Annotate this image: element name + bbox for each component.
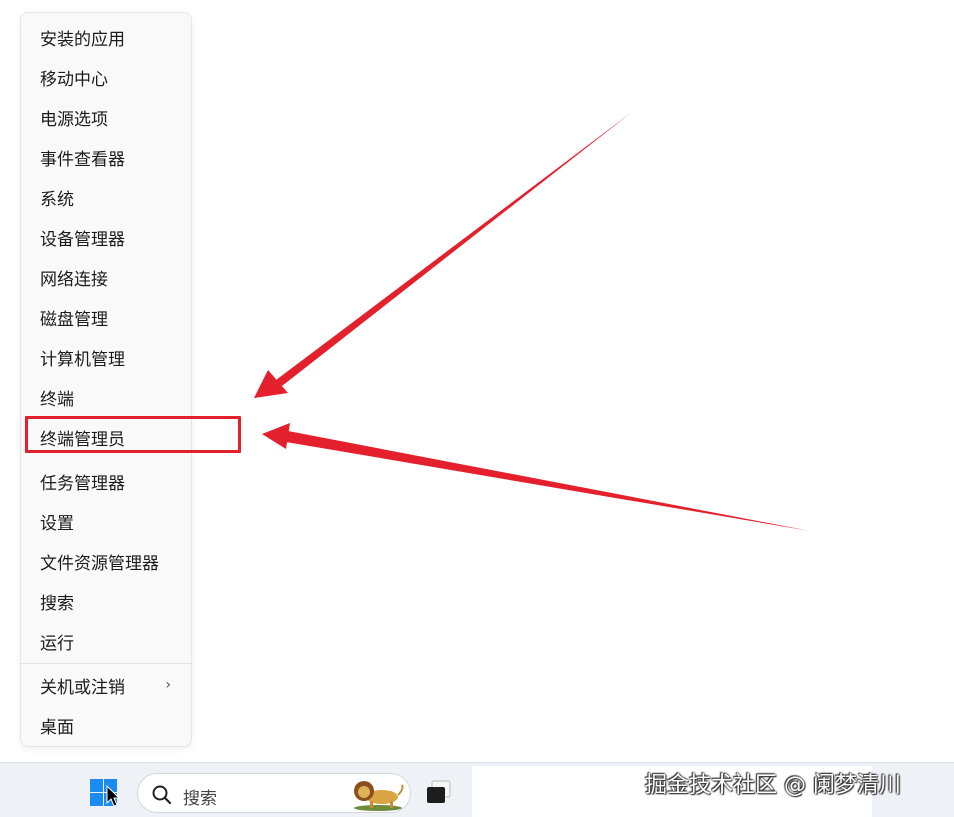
taskbar: 搜索 掘金技术社区 @ 阑梦清川	[0, 762, 954, 817]
menu-item-run[interactable]: 运行	[21, 621, 191, 661]
watermark: 掘金技术社区 @ 阑梦清川	[645, 773, 901, 798]
menu-item-disk-management[interactable]: 磁盘管理	[21, 297, 191, 337]
task-view-icon[interactable]	[425, 779, 455, 805]
menu-item-label: 终端	[40, 389, 74, 410]
menu-item-label: 设置	[40, 513, 74, 534]
menu-item-label: 搜索	[40, 593, 74, 614]
search-placeholder: 搜索	[183, 789, 217, 809]
menu-item-desktop[interactable]: 桌面	[21, 705, 191, 745]
menu-item-label: 设备管理器	[40, 229, 125, 250]
menu-item-event-viewer[interactable]: 事件查看器	[21, 137, 191, 177]
menu-item-label: 磁盘管理	[40, 309, 108, 330]
menu-item-installed-apps[interactable]: 安装的应用	[21, 17, 191, 57]
search-icon	[152, 785, 172, 805]
arrow-icon	[262, 423, 810, 531]
mouse-cursor-icon	[106, 785, 120, 807]
menu-item-label: 安装的应用	[40, 29, 125, 50]
menu-item-terminal[interactable]: 终端	[21, 377, 191, 417]
menu-item-shutdown-signout[interactable]: 关机或注销 ›	[21, 665, 191, 705]
menu-item-settings[interactable]: 设置	[21, 501, 191, 541]
arrow-icon	[254, 112, 632, 398]
menu-item-label: 关机或注销	[40, 677, 125, 698]
menu-item-search[interactable]: 搜索	[21, 581, 191, 621]
menu-item-label: 网络连接	[40, 269, 108, 290]
menu-item-task-manager[interactable]: 任务管理器	[21, 461, 191, 501]
menu-item-file-explorer[interactable]: 文件资源管理器	[21, 541, 191, 581]
context-menu: 安装的应用 移动中心 电源选项 事件查看器 系统 设备管理器 网络连接 磁盘管理…	[20, 12, 192, 747]
menu-item-label: 运行	[40, 633, 74, 654]
menu-item-label: 系统	[40, 189, 74, 210]
menu-item-power-options[interactable]: 电源选项	[21, 97, 191, 137]
lion-icon	[354, 781, 404, 811]
menu-item-label: 事件查看器	[40, 149, 125, 170]
menu-item-label: 电源选项	[40, 109, 108, 130]
menu-item-label: 任务管理器	[40, 473, 125, 494]
menu-item-label: 移动中心	[40, 69, 108, 90]
menu-item-label: 计算机管理	[40, 349, 125, 370]
menu-item-computer-management[interactable]: 计算机管理	[21, 337, 191, 377]
menu-item-system[interactable]: 系统	[21, 177, 191, 217]
menu-item-label: 文件资源管理器	[40, 553, 159, 574]
menu-item-device-manager[interactable]: 设备管理器	[21, 217, 191, 257]
menu-item-network-connections[interactable]: 网络连接	[21, 257, 191, 297]
chevron-right-icon: ›	[165, 677, 171, 693]
menu-item-mobility-center[interactable]: 移动中心	[21, 57, 191, 97]
menu-separator	[21, 663, 191, 664]
highlight-box	[25, 416, 241, 453]
taskbar-search-box[interactable]: 搜索	[137, 773, 411, 813]
menu-item-label: 桌面	[40, 717, 74, 738]
